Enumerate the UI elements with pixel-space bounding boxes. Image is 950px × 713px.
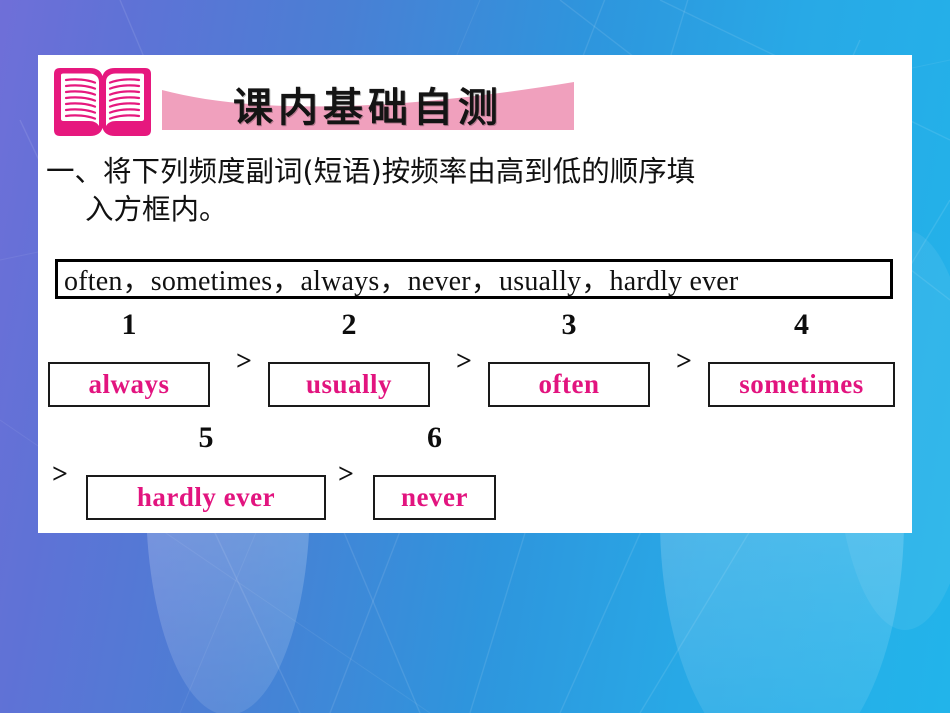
answer-cell-5[interactable]: 5 hardly ever — [86, 423, 326, 523]
answer-cell-1[interactable]: 1 always — [48, 310, 210, 410]
instruction-line-2: 入方框内。 — [85, 193, 228, 227]
separator-gt-5: > — [338, 459, 354, 490]
content-panel: 课内基础自测 一、将下列频度副词(短语)按频率由高到低的顺序填 入方框内。 of… — [38, 55, 912, 533]
answer-number-6: 6 — [427, 421, 442, 454]
answer-box-3[interactable]: often — [488, 362, 650, 407]
answer-row-1: 1 always > 2 usually > 3 often > 4 somet… — [38, 310, 912, 410]
answer-number-5: 5 — [198, 421, 214, 454]
answer-word-2: usually — [305, 369, 393, 399]
instruction-text: 一、将下列频度副词(短语)按频率由高到低的顺序填 入方框内。 — [46, 153, 908, 230]
answer-number-1: 1 — [121, 308, 137, 341]
answer-cell-3[interactable]: 3 often — [488, 310, 650, 410]
answer-row-2: > 5 hardly ever > 6 never — [38, 423, 912, 523]
answer-word-3: often — [538, 369, 600, 399]
word-bank-text: often，sometimes，always，never，usually，har… — [64, 266, 739, 297]
separator-gt-1: > — [236, 346, 252, 377]
header-title-group: 课内基础自测 — [162, 68, 574, 140]
section-header: 课内基础自测 — [50, 60, 590, 140]
answer-cell-4[interactable]: 4 sometimes — [708, 310, 895, 410]
answer-box-2[interactable]: usually — [268, 362, 430, 407]
answer-cell-6[interactable]: 6 never — [373, 423, 496, 523]
answer-word-5: hardly ever — [136, 482, 276, 512]
instruction-line-1: 一、将下列频度副词(短语)按频率由高到低的顺序填 — [46, 155, 696, 188]
word-bank-box: often，sometimes，always，never，usually，har… — [55, 259, 893, 299]
answer-number-3: 3 — [561, 308, 577, 341]
separator-gt-4: > — [52, 459, 68, 490]
page-title: 课内基础自测 — [233, 85, 503, 131]
answer-box-5[interactable]: hardly ever — [86, 475, 326, 520]
answer-box-4[interactable]: sometimes — [708, 362, 895, 407]
answer-number-4: 4 — [794, 308, 809, 341]
open-book-icon — [50, 64, 155, 140]
separator-gt-2: > — [456, 346, 472, 377]
separator-gt-3: > — [676, 346, 692, 377]
answer-cell-2[interactable]: 2 usually — [268, 310, 430, 410]
answer-box-6[interactable]: never — [373, 475, 496, 520]
answer-word-6: never — [401, 482, 468, 512]
answer-word-4: sometimes — [739, 369, 864, 399]
answer-box-1[interactable]: always — [48, 362, 210, 407]
answer-number-2: 2 — [341, 308, 357, 341]
answer-word-1: always — [88, 369, 170, 399]
